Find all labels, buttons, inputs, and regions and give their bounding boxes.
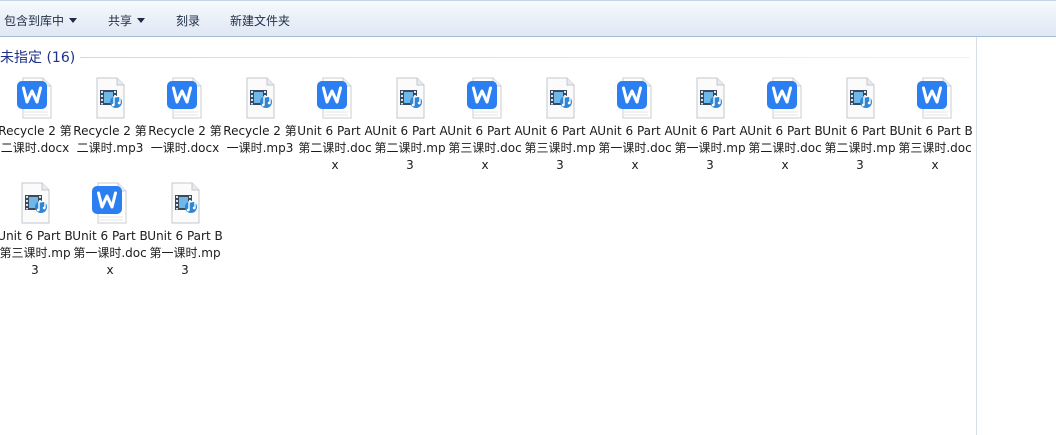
file-name-label: Unit 6 Part A 第二课时.mp3 <box>372 124 448 172</box>
wps-writer-document-icon <box>465 76 505 120</box>
file-item[interactable]: Unit 6 Part B 第一课时.mp3 <box>147 181 223 281</box>
file-item[interactable]: Unit 6 Part A 第二课时.docx <box>297 76 373 176</box>
file-item[interactable]: Unit 6 Part A 第三课时.docx <box>447 76 523 176</box>
file-item[interactable]: Unit 6 Part A 第一课时.docx <box>597 76 673 176</box>
group-header[interactable]: 未指定 (16) <box>0 47 75 67</box>
media-audio-file-icon <box>540 76 580 120</box>
file-item[interactable]: Unit 6 Part A 第二课时.mp3 <box>372 76 448 176</box>
explorer-window: 包含到库中 共享 刻录 新建文件夹 未指定 (16) Recycle 2 第二课… <box>0 0 1056 435</box>
burn-button[interactable]: 刻录 <box>176 12 200 29</box>
media-audio-file-icon <box>165 181 205 225</box>
new-folder-label: 新建文件夹 <box>230 14 291 28</box>
file-item[interactable]: Unit 6 Part B 第二课时.docx <box>747 76 823 176</box>
file-name-label: Unit 6 Part B 第二课时.mp3 <box>822 124 898 172</box>
file-name-label: Unit 6 Part B 第一课时.mp3 <box>147 229 223 277</box>
file-name-label: Unit 6 Part B 第一课时.docx <box>72 229 148 277</box>
file-name-label: Unit 6 Part A 第三课时.docx <box>447 124 523 172</box>
chevron-down-icon <box>69 18 78 23</box>
file-name-label: Unit 6 Part A 第一课时.mp3 <box>672 124 748 172</box>
file-item[interactable]: Unit 6 Part B 第一课时.docx <box>72 181 148 281</box>
media-audio-file-icon <box>90 76 130 120</box>
group-divider <box>80 57 970 58</box>
include-in-library-label: 包含到库中 <box>4 14 65 28</box>
file-name-label: Unit 6 Part B 第三课时.docx <box>897 124 973 172</box>
file-name-label: Recycle 2 第二课时.docx <box>0 124 72 155</box>
file-item[interactable]: Unit 6 Part A 第一课时.mp3 <box>672 76 748 176</box>
share-label: 共享 <box>108 14 133 28</box>
file-name-label: Recycle 2 第一课时.mp3 <box>223 124 297 155</box>
wps-writer-document-icon <box>90 181 130 225</box>
file-name-label: Unit 6 Part A 第一课时.docx <box>597 124 673 172</box>
preview-pane <box>977 37 1056 435</box>
wps-writer-document-icon <box>315 76 355 120</box>
file-item[interactable]: Unit 6 Part B 第三课时.docx <box>897 76 973 176</box>
wps-writer-document-icon <box>615 76 655 120</box>
share-button[interactable]: 共享 <box>108 12 146 29</box>
media-audio-file-icon <box>240 76 280 120</box>
media-audio-file-icon <box>690 76 730 120</box>
file-name-label: Unit 6 Part A 第三课时.mp3 <box>522 124 598 172</box>
file-item[interactable]: Recycle 2 第二课时.docx <box>0 76 72 176</box>
burn-label: 刻录 <box>176 14 201 28</box>
chevron-down-icon <box>137 18 146 23</box>
wps-writer-document-icon <box>915 76 955 120</box>
file-item[interactable]: Recycle 2 第一课时.docx <box>148 76 222 176</box>
file-item[interactable]: Recycle 2 第一课时.mp3 <box>223 76 297 176</box>
wps-writer-document-icon <box>165 76 205 120</box>
file-item[interactable]: Unit 6 Part B 第三课时.mp3 <box>0 181 73 281</box>
media-audio-file-icon <box>840 76 880 120</box>
new-folder-button[interactable]: 新建文件夹 <box>230 12 290 29</box>
file-name-label: Unit 6 Part A 第二课时.docx <box>297 124 373 172</box>
wps-writer-document-icon <box>765 76 805 120</box>
file-item[interactable]: Recycle 2 第二课时.mp3 <box>73 76 147 176</box>
file-item[interactable]: Unit 6 Part B 第二课时.mp3 <box>822 76 898 176</box>
file-name-label: Unit 6 Part B 第二课时.docx <box>747 124 823 172</box>
file-item[interactable]: Unit 6 Part A 第三课时.mp3 <box>522 76 598 176</box>
file-name-label: Recycle 2 第一课时.docx <box>148 124 222 155</box>
media-audio-file-icon <box>390 76 430 120</box>
media-audio-file-icon <box>15 181 55 225</box>
wps-writer-document-icon <box>15 76 55 120</box>
file-name-label: Unit 6 Part B 第三课时.mp3 <box>0 229 73 277</box>
file-name-label: Recycle 2 第二课时.mp3 <box>73 124 147 155</box>
include-in-library-button[interactable]: 包含到库中 <box>4 12 78 29</box>
command-toolbar: 包含到库中 共享 刻录 新建文件夹 <box>0 0 1056 37</box>
